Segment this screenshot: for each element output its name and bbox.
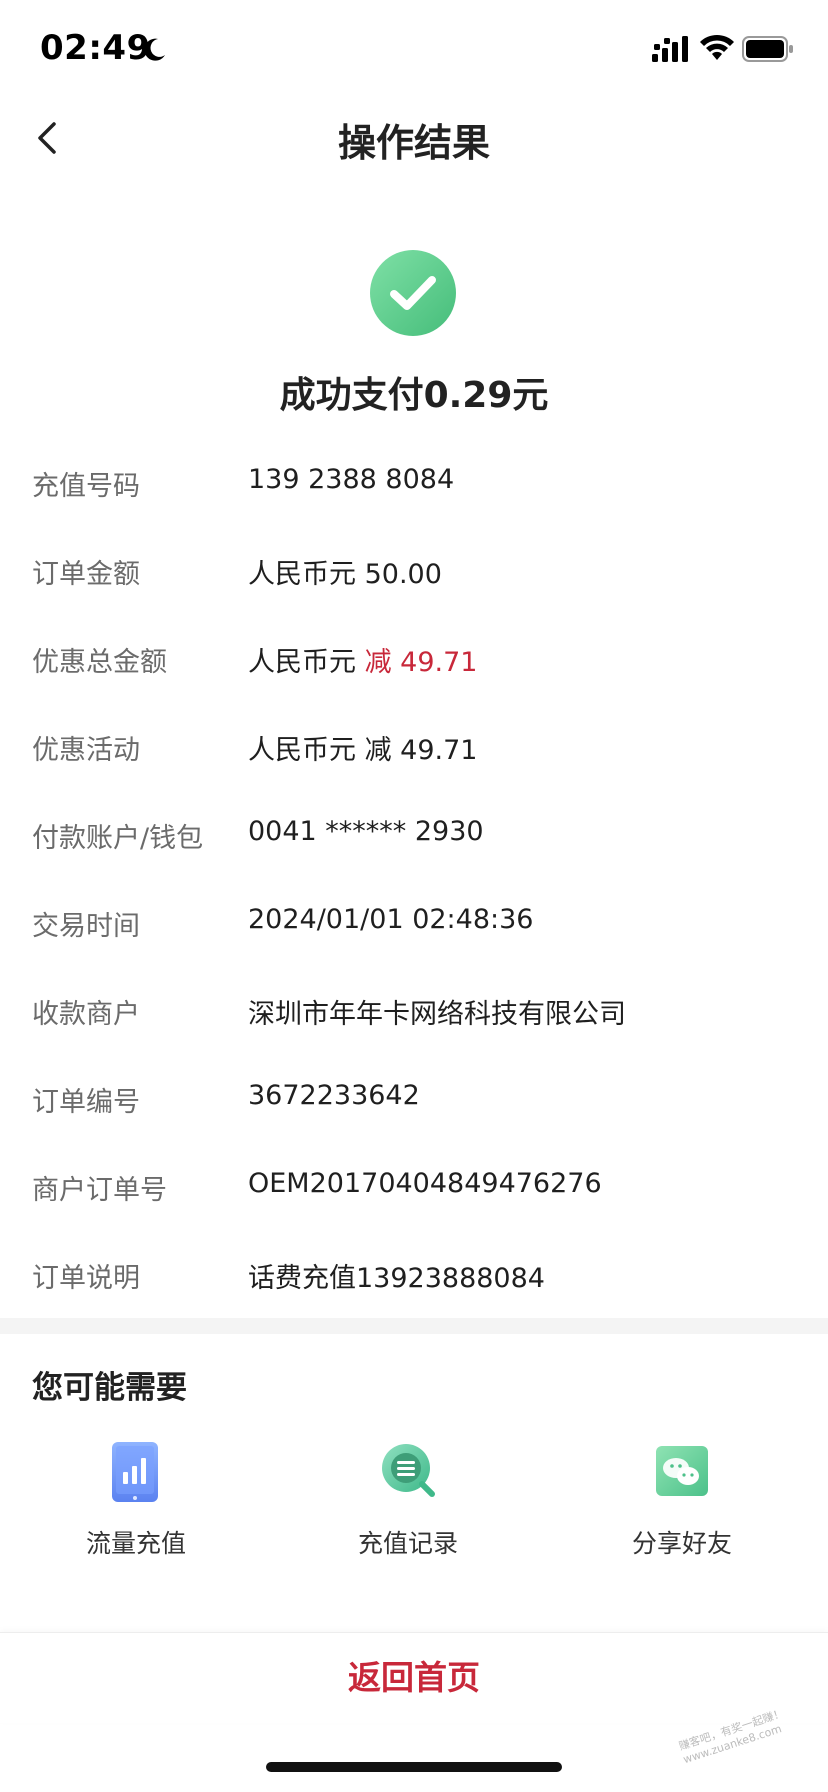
home-indicator[interactable]: [266, 1762, 562, 1772]
wechat-icon: [656, 1446, 708, 1496]
page-title: 操作结果: [337, 121, 490, 165]
detail-value: 人民币元 减 49.71: [248, 735, 478, 766]
detail-value: 2024/01/01 02:48:36: [248, 904, 534, 935]
detail-row-transaction-time: 交易时间 2024/01/01 02:48:36: [0, 894, 828, 954]
data-bars-icon: [112, 1442, 158, 1502]
detail-row-phone: 充值号码 139 2388 8084: [0, 454, 828, 514]
section-divider: [0, 1318, 828, 1334]
detail-value: OEM20170404849476276: [248, 1168, 602, 1199]
detail-label: 付款账户/钱包: [32, 823, 204, 854]
detail-label: 交易时间: [32, 911, 140, 942]
quick-item-share-friends[interactable]: 分享好友: [592, 1440, 772, 1560]
detail-row-payment-account: 付款账户/钱包 0041 ****** 2930: [0, 806, 828, 866]
detail-row-promotion: 优惠活动 人民币元 减 49.71: [0, 718, 828, 778]
detail-label: 订单编号: [32, 1087, 140, 1118]
quick-item-label: 分享好友: [631, 1529, 732, 1558]
quick-item-data-topup[interactable]: 流量充值: [46, 1440, 226, 1560]
status-time: 02:49: [40, 28, 151, 68]
battery-icon: [742, 36, 793, 62]
payment-success-message: 成功支付0.29元: [279, 375, 549, 416]
detail-value: 人民币元 50.00: [248, 559, 442, 590]
detail-value: 0041 ****** 2930: [248, 816, 484, 847]
quick-item-label: 充值记录: [357, 1529, 458, 1558]
detail-label: 收款商户: [32, 999, 140, 1030]
detail-value-prefix: 人民币元: [248, 647, 365, 678]
suggestions-title: 您可能需要: [32, 1370, 187, 1406]
cellular-signal-icon: [652, 36, 688, 62]
detail-label: 充值号码: [32, 471, 140, 502]
detail-value: 人民币元 减 49.71: [248, 640, 477, 679]
detail-row-merchant-order-number: 商户订单号 OEM20170404849476276: [0, 1158, 828, 1218]
detail-row-discount-total: 优惠总金额 人民币元 减 49.71: [0, 630, 828, 690]
detail-label: 商户订单号: [32, 1175, 167, 1206]
detail-row-order-number: 订单编号 3672233642: [0, 1070, 828, 1130]
status-bar: 02:49: [0, 0, 828, 100]
bottom-action-bar: 返回首页: [0, 1632, 828, 1723]
detail-value: 深圳市年年卡网络科技有限公司: [248, 999, 626, 1030]
detail-row-order-description: 订单说明 话费充值13923888084: [0, 1246, 828, 1306]
detail-row-order-amount: 订单金额 人民币元 50.00: [0, 542, 828, 602]
discount-highlight: 减 49.71: [364, 647, 478, 678]
success-check-icon: [370, 250, 456, 336]
detail-value: 3672233642: [248, 1080, 420, 1111]
wifi-icon: [700, 34, 734, 60]
detail-label: 订单说明: [32, 1263, 140, 1294]
quick-item-topup-records[interactable]: 充值记录: [318, 1440, 498, 1560]
detail-value: 139 2388 8084: [248, 464, 455, 495]
record-search-icon: [382, 1444, 435, 1497]
detail-row-merchant: 收款商户 深圳市年年卡网络科技有限公司: [0, 982, 828, 1042]
detail-label: 优惠总金额: [32, 647, 167, 678]
return-home-button[interactable]: 返回首页: [0, 1633, 828, 1723]
moon-icon: [144, 38, 165, 61]
detail-value: 话费充值13923888084: [248, 1263, 545, 1294]
quick-item-label: 流量充值: [85, 1529, 186, 1558]
detail-label: 订单金额: [32, 559, 140, 590]
detail-label: 优惠活动: [32, 735, 140, 766]
